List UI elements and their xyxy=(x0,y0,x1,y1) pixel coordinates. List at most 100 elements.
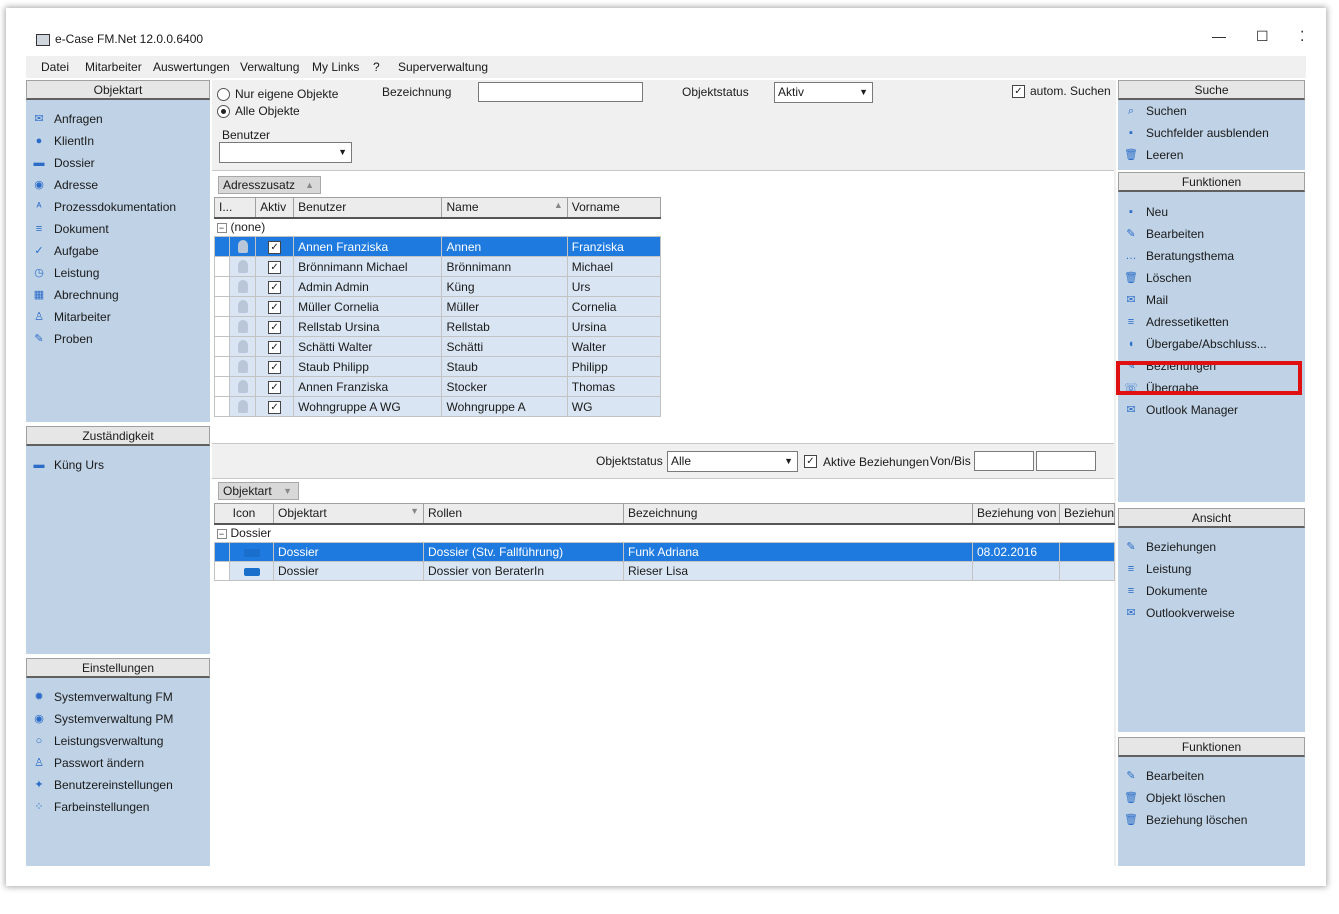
maximize-button[interactable]: ☐ xyxy=(1256,28,1269,45)
funktionen-item-adressetiketten[interactable]: ≡ Adressetiketten xyxy=(1118,312,1305,332)
col-aktiv[interactable]: Aktiv xyxy=(255,197,295,219)
minimize-button[interactable]: — xyxy=(1212,28,1226,44)
table-row[interactable]: ✓ Müller Cornelia Müller Cornelia xyxy=(213,296,662,317)
aktiv-checkbox[interactable]: ✓ xyxy=(268,281,282,294)
aktiv-checkbox[interactable]: ✓ xyxy=(268,341,282,354)
objektart-item-dokument[interactable]: ≡ Dokument xyxy=(26,219,210,239)
group-row[interactable]: − Dossier xyxy=(214,523,1115,543)
objektart-item-leistung[interactable]: ◷ Leistung xyxy=(26,263,210,283)
funktionen2-item-bearbeiten[interactable]: ✎ Bearbeiten xyxy=(1118,766,1305,786)
table-row[interactable]: ✓ Schätti Walter Schätti Walter xyxy=(213,336,662,357)
einstellungen-item-passwort-ändern[interactable]: ♙ Passwort ändern xyxy=(26,753,210,773)
benutzer-select[interactable]: ▼ xyxy=(219,142,352,163)
menu-mitarbeiter[interactable]: Mitarbeiter xyxy=(85,60,142,74)
aktiv-cell[interactable]: ✓ xyxy=(255,376,295,397)
funktionen-item-neu[interactable]: ▪ Neu xyxy=(1118,202,1305,222)
radio-all-objects[interactable] xyxy=(217,105,230,118)
objektstatus-select[interactable]: Aktiv ▼ xyxy=(774,82,873,103)
menu-my-links[interactable]: My Links xyxy=(312,60,359,74)
col-rollen[interactable]: Rollen xyxy=(423,503,624,525)
bezeichnung-input[interactable] xyxy=(478,82,643,102)
autosearch-checkbox[interactable]: ✓ xyxy=(1012,85,1025,98)
lower-objektstatus-select[interactable]: Alle ▼ xyxy=(667,451,798,472)
col-objektart[interactable]: Objektart ▼ xyxy=(273,503,424,525)
table-row[interactable]: ✓ Admin Admin Küng Urs xyxy=(213,276,662,297)
table-row[interactable]: ✓ Annen Franziska Stocker Thomas xyxy=(213,376,662,397)
menu-auswertungen[interactable]: Auswertungen xyxy=(153,60,230,74)
ansicht-item-beziehungen[interactable]: ✎ Beziehungen xyxy=(1118,537,1305,557)
table-row[interactable]: ✓ Rellstab Ursina Rellstab Ursina xyxy=(213,316,662,337)
aktiv-checkbox[interactable]: ✓ xyxy=(268,401,282,414)
aktiv-cell[interactable]: ✓ xyxy=(255,336,295,357)
table-row[interactable]: Dossier Dossier von BeraterIn Rieser Lisa xyxy=(214,561,1115,581)
objektart-item-abrechnung[interactable]: ▦ Abrechnung xyxy=(26,285,210,305)
aktiv-cell[interactable]: ✓ xyxy=(255,296,295,317)
suche-item-suchfelder-ausblenden[interactable]: ▪ Suchfelder ausblenden xyxy=(1118,123,1305,143)
funktionen-item-mail[interactable]: ✉ Mail xyxy=(1118,290,1305,310)
ansicht-item-outlookverweise[interactable]: ✉ Outlookverweise xyxy=(1118,603,1305,623)
table-row[interactable]: ✓ Wohngruppe A WG Wohngruppe A WG xyxy=(213,396,662,417)
col-benutzer[interactable]: Benutzer xyxy=(293,197,443,219)
table-row[interactable]: ✓ Staub Philipp Staub Philipp xyxy=(213,356,662,377)
table-row[interactable]: ✓ Annen Franziska Annen Franziska xyxy=(213,236,662,257)
funktionen-item-beratungsthema[interactable]: … Beratungsthema xyxy=(1118,246,1305,266)
table-row[interactable]: Dossier Dossier (Stv. Fallführung) Funk Ad… xyxy=(214,542,1115,562)
funktionen-item-löschen[interactable]: 🗑 Löschen xyxy=(1118,268,1305,288)
col-icon[interactable]: Icon xyxy=(214,503,274,525)
ansicht-item-dokumente[interactable]: ≡ Dokumente xyxy=(1118,581,1305,601)
einstellungen-item-leistungsverwaltung[interactable]: ○ Leistungsverwaltung xyxy=(26,731,210,751)
von-input[interactable] xyxy=(974,451,1034,471)
objektart-item-aufgabe[interactable]: ✓ Aufgabe xyxy=(26,241,210,261)
einstellungen-item-farbeinstellungen[interactable]: ⁘ Farbeinstellungen xyxy=(26,797,210,817)
col-bezeichnung[interactable]: Bezeichnung xyxy=(623,503,973,525)
col-name[interactable]: Name ▲ xyxy=(441,197,568,219)
aktiv-checkbox[interactable]: ✓ xyxy=(268,381,282,394)
funktionen2-item-objekt-löschen[interactable]: 🗑 Objekt löschen xyxy=(1118,788,1305,808)
upper-group-by[interactable]: Adresszusatz ▲ xyxy=(218,176,321,194)
einstellungen-item-benutzereinstellungen[interactable]: ✦ Benutzereinstellungen xyxy=(26,775,210,795)
menu-datei[interactable]: Datei xyxy=(41,60,69,74)
menu-help[interactable]: ? xyxy=(373,60,380,74)
aktiv-cell[interactable]: ✓ xyxy=(255,316,295,337)
aktiv-checkbox[interactable]: ✓ xyxy=(268,241,282,254)
aktiv-cell[interactable]: ✓ xyxy=(255,236,295,257)
einstellungen-item-systemverwaltung-pm[interactable]: ◉ Systemverwaltung PM xyxy=(26,709,210,729)
aktiv-cell[interactable]: ✓ xyxy=(255,396,295,417)
radio-own-objects[interactable] xyxy=(217,88,230,101)
menu-verwaltung[interactable]: Verwaltung xyxy=(240,60,299,74)
bis-input[interactable] xyxy=(1036,451,1096,471)
einstellungen-item-systemverwaltung-fm[interactable]: ✹ Systemverwaltung FM xyxy=(26,687,210,707)
objektart-item-mitarbeiter[interactable]: ♙ Mitarbeiter xyxy=(26,307,210,327)
aktiv-cell[interactable]: ✓ xyxy=(255,256,295,277)
aktive-beziehungen-checkbox[interactable]: ✓ xyxy=(804,455,817,468)
collapse-icon[interactable]: − xyxy=(216,529,227,540)
suche-item-suchen[interactable]: ⌕ Suchen xyxy=(1118,101,1305,121)
menu-superverwaltung[interactable]: Superverwaltung xyxy=(398,60,488,74)
funktionen-item-outlook-manager[interactable]: ✉ Outlook Manager xyxy=(1118,400,1305,420)
objektart-item-dossier[interactable]: ▬ Dossier xyxy=(26,153,210,173)
col-vorname[interactable]: Vorname xyxy=(566,197,662,219)
group-row[interactable]: − (none) xyxy=(214,217,661,237)
lower-group-by[interactable]: Objektart ▼ xyxy=(218,482,299,500)
objektart-item-proben[interactable]: ✎ Proben xyxy=(26,329,210,349)
funktionen2-item-beziehung-löschen[interactable]: 🗑 Beziehung löschen xyxy=(1118,810,1305,830)
col-icon[interactable]: I... xyxy=(213,197,257,219)
aktiv-checkbox[interactable]: ✓ xyxy=(268,261,282,274)
objektart-item-anfragen[interactable]: ✉ Anfragen xyxy=(26,109,210,129)
ansicht-item-leistung[interactable]: ≡ Leistung xyxy=(1118,559,1305,579)
objektart-item-klientin[interactable]: ● KlientIn xyxy=(26,131,210,151)
table-row[interactable]: ✓ Brönnimann Michael Brönnimann Michael xyxy=(213,256,662,277)
zustaendigkeit-item-küng-urs[interactable]: ▬ Küng Urs xyxy=(26,455,210,475)
aktiv-checkbox[interactable]: ✓ xyxy=(268,301,282,314)
collapse-icon[interactable]: − xyxy=(216,223,227,234)
aktiv-cell[interactable]: ✓ xyxy=(255,276,295,297)
funktionen-item-übergabe-abschluss[interactable]: ◖ Übergabe/Abschluss... xyxy=(1118,334,1305,354)
funktionen-item-bearbeiten[interactable]: ✎ Bearbeiten xyxy=(1118,224,1305,244)
col-beziehung-bis[interactable]: Beziehung xyxy=(1059,503,1115,525)
aktiv-checkbox[interactable]: ✓ xyxy=(268,321,282,334)
objektart-item-prozessdokumentation[interactable]: ᴬ Prozessdokumentation xyxy=(26,197,210,217)
aktiv-checkbox[interactable]: ✓ xyxy=(268,361,282,374)
suche-item-leeren[interactable]: 🗑 Leeren xyxy=(1118,145,1305,165)
close-button[interactable]: ⁚ xyxy=(1300,28,1304,45)
col-beziehung-von[interactable]: Beziehung von xyxy=(972,503,1060,525)
